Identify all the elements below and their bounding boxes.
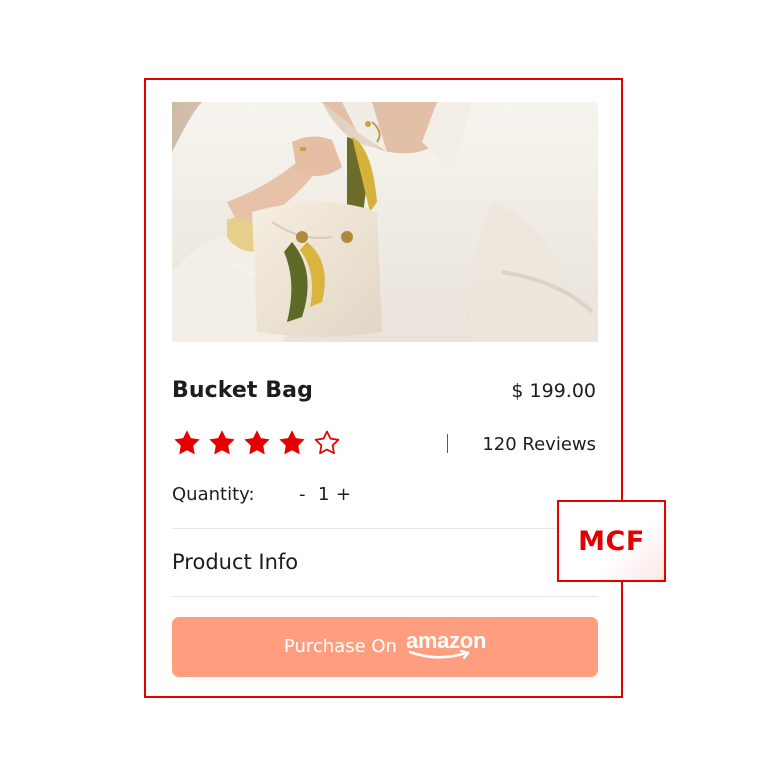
mcf-badge-label: MCF (578, 525, 645, 557)
product-image (172, 102, 598, 342)
quantity-label: Quantity: (172, 484, 255, 505)
reviews-count[interactable]: 120 Reviews (482, 432, 596, 458)
quantity-decrement-button[interactable]: - (299, 483, 306, 507)
star-filled-icon (279, 430, 305, 455)
amazon-logo: amazon (406, 630, 486, 660)
quantity-increment-button[interactable]: + (336, 483, 351, 507)
quantity-value: 1 (318, 484, 330, 505)
product-photo-illustration (172, 102, 598, 342)
purchase-button-label: Purchase On (283, 636, 397, 657)
amazon-smile-icon (408, 650, 470, 660)
product-title: Bucket Bag (172, 378, 313, 403)
purchase-on-amazon-button[interactable]: Purchase On amazon (172, 617, 598, 677)
star-filled-icon (244, 430, 270, 455)
star-filled-icon (174, 430, 200, 455)
star-empty-icon (314, 430, 340, 455)
star-filled-icon (209, 430, 235, 455)
divider (172, 596, 598, 597)
mcf-badge: MCF (557, 500, 666, 582)
divider (172, 528, 598, 529)
rating-divider (447, 434, 448, 453)
product-price: $ 199.00 (511, 380, 596, 402)
amazon-wordmark: amazon (405, 628, 487, 653)
rating-stars (172, 428, 342, 458)
product-info-link[interactable]: Product Info (172, 547, 298, 577)
